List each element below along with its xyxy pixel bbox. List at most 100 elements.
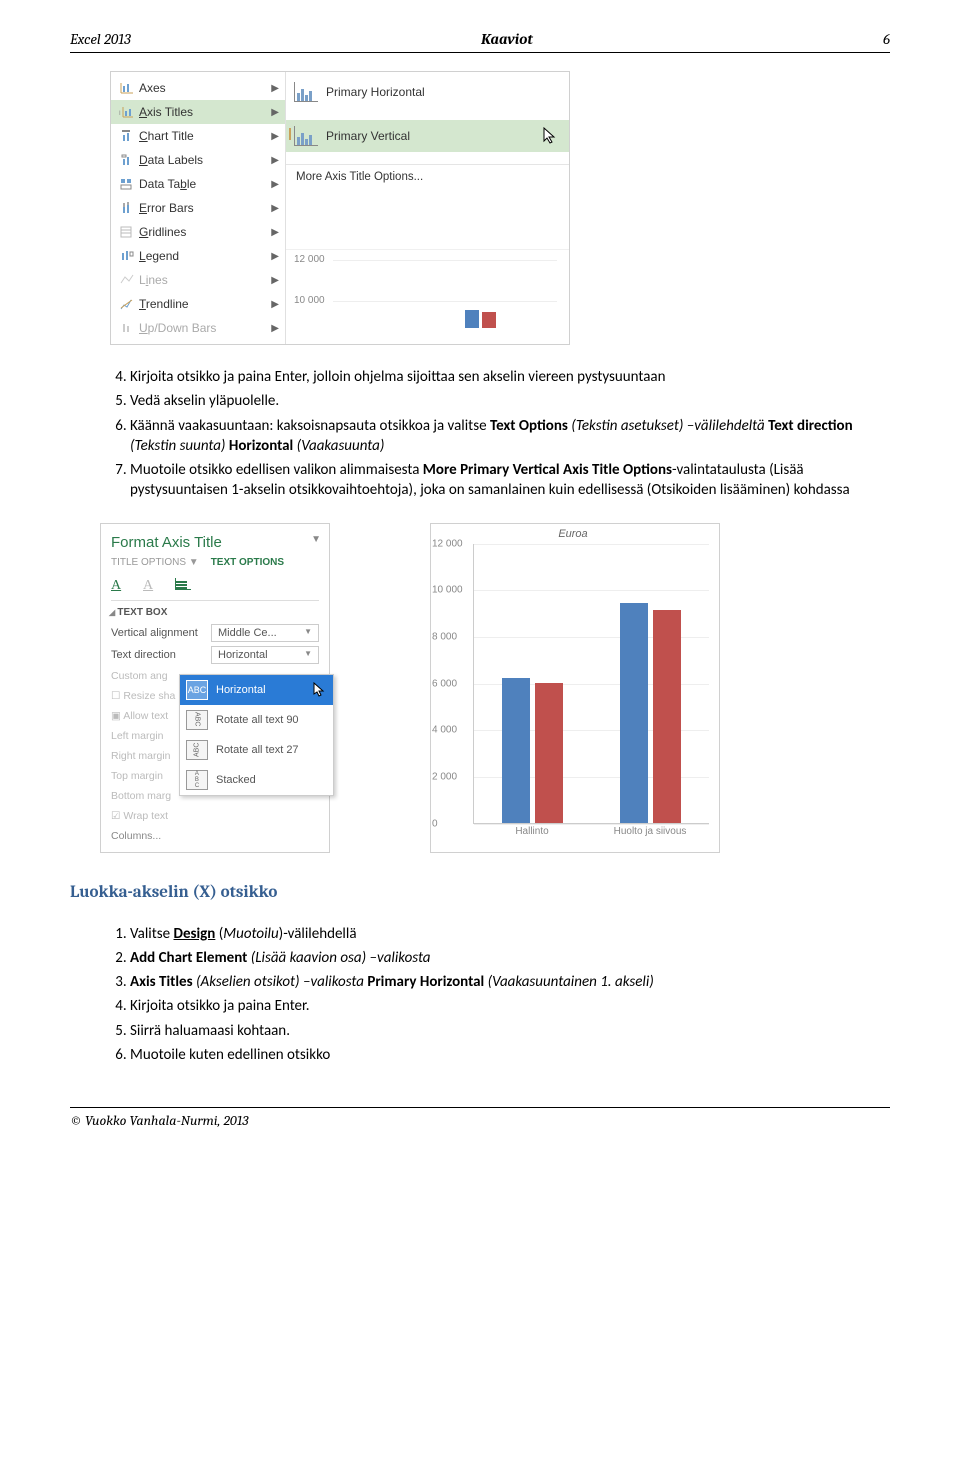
chevron-right-icon: ▶ [271,107,279,118]
menu-label: Error Bars [137,201,271,215]
menu-item-data-table[interactable]: Data Table ▶ [111,172,285,196]
chevron-right-icon: ▶ [271,83,279,94]
section-heading: Luokka-akselin (X) otsikko [70,883,890,902]
chevron-right-icon: ▶ [271,275,279,286]
lines-icon [117,273,137,287]
chevron-right-icon: ▶ [271,227,279,238]
menu-item-chart-title[interactable]: Chart Title ▶ [111,124,285,148]
menu-item-error-bars[interactable]: Error Bars ▶ [111,196,285,220]
chart-y-tick: 12 000 [432,538,463,549]
stacked-text-icon: ABC [186,770,208,790]
list-item: Valitse Design (Muotoilu)-välilehdellä [130,922,890,946]
list-item: Siirrä haluamaasi kohtaan. [130,1019,890,1043]
tab-text-options[interactable]: TEXT OPTIONS [211,557,284,568]
submenu-primary-vertical[interactable]: Primary Vertical [286,120,569,152]
menu-label: Data Table [137,177,271,191]
legend-icon [117,249,137,263]
menu-label: Axes [137,81,271,95]
chart-peek-ytick: 10 000 [294,295,325,306]
chevron-down-icon[interactable]: ▼ [304,627,312,639]
chevron-right-icon: ▶ [271,131,279,142]
chevron-right-icon: ▶ [271,299,279,310]
dropdown-label: Rotate all text 27 [216,744,299,756]
chevron-down-icon[interactable]: ▼ [304,649,312,661]
section-text-box: TEXT BOX [109,607,319,618]
gridlines-icon [117,225,137,239]
menu-label: Axis Titles [137,105,271,119]
menu-label: Legend [137,249,271,263]
dropdown-item-rotate-270[interactable]: ABC Rotate all text 27 [180,735,333,765]
chart-x-labels: HallintoHuolto ja siivous [473,824,709,837]
submenu-label: Primary Vertical [326,129,410,143]
chart-title: Euroa [437,528,709,540]
menu-item-legend[interactable]: Legend ▶ [111,244,285,268]
field-text-direction[interactable]: Text direction Horizontal ▼ [111,644,319,666]
data-labels-icon [117,153,137,167]
menu-item-gridlines[interactable]: Gridlines ▶ [111,220,285,244]
updown-bars-icon [117,321,137,335]
list-item: Muotoile otsikko edellisen valikon alimm… [130,458,890,503]
chart-y-tick: 8 000 [432,631,457,642]
dropdown-label: Rotate all text 90 [216,714,299,726]
trendline-icon [117,297,137,311]
list-item: Axis Titles (Akselien otsikot) –valikost… [130,970,890,994]
dropdown-item-rotate-90[interactable]: ABC Rotate all text 90 [180,705,333,735]
panel-title: Format Axis Title [111,534,319,551]
field-value: Middle Ce... [218,627,277,639]
svg-text:I: I [119,111,121,117]
chart-bar [653,610,681,822]
chart-y-tick: 2 000 [432,771,457,782]
submenu-more-options[interactable]: More Axis Title Options... [286,164,569,189]
menu-label: Lines [137,273,271,287]
chart-plot-area: 02 0004 0006 0008 00010 00012 000 [473,544,709,824]
submenu-primary-horizontal[interactable]: Primary Horizontal [286,76,569,108]
field-wrap-text: ☑ Wrap text [111,806,319,826]
menu-label: Chart Title [137,129,271,143]
menu-item-data-labels[interactable]: Data Labels ▶ [111,148,285,172]
dropdown-label: Stacked [216,774,256,786]
menu-item-trendline[interactable]: Trendline ▶ [111,292,285,316]
dropdown-item-horizontal[interactable]: ABC Horizontal [180,675,333,705]
data-table-icon [117,177,137,191]
cursor-icon [313,682,327,698]
text-direction-dropdown: ABC Horizontal ABC Rotate all text 90 AB… [179,674,334,796]
chart-y-tick: 6 000 [432,678,457,689]
footer-copyright: © Vuokko Vanhala-Nurmi, 2013 [70,1107,890,1129]
vertical-axis-icon [294,126,318,146]
chart-x-tick: Huolto ja siivous [591,824,709,837]
chevron-right-icon: ▶ [271,203,279,214]
chart-y-tick: 4 000 [432,725,457,736]
error-bars-icon [117,201,137,215]
chart-title-icon [117,129,137,143]
header-left: Excel 2013 [70,30,131,48]
menu-label: Gridlines [137,225,271,239]
text-effects-icon[interactable]: A [143,578,161,596]
tab-title-options[interactable]: TITLE OPTIONS ▼ [111,557,199,568]
field-label: Text direction [111,649,211,661]
list-item: Kirjoita otsikko ja paina Enter, jolloin… [130,365,890,389]
dropdown-item-stacked[interactable]: ABC Stacked [180,765,333,795]
menu-item-updown-bars: Up/Down Bars ▶ [111,316,285,340]
chevron-right-icon: ▶ [271,323,279,334]
chart-y-tick: 0 [432,818,438,829]
chart-y-tick: 10 000 [432,585,463,596]
header-page: 6 [883,30,890,48]
text-fill-icon[interactable]: A [111,578,129,596]
field-vertical-alignment[interactable]: Vertical alignment Middle Ce...▼ [111,622,319,644]
chart-x-tick: Hallinto [473,824,591,837]
chart-peek-ytick: 12 000 [294,254,325,265]
menu-label: Trendline [137,297,271,311]
menu-item-axis-titles[interactable]: I Axis Titles ▶ [111,100,285,124]
chevron-right-icon: ▶ [271,155,279,166]
field-value: Horizontal [218,649,268,661]
menu-label: Data Labels [137,153,271,167]
dropdown-arrow-icon[interactable]: ▼ [311,534,321,545]
axis-titles-submenu: Primary Horizontal Primary Vertical More… [286,72,569,344]
submenu-label: Primary Horizontal [326,85,425,99]
list-item: Muotoile kuten edellinen otsikko [130,1043,890,1067]
screenshot-format-axis-title: ▼ Format Axis Title TITLE OPTIONS ▼ TEXT… [100,523,330,853]
textbox-icon[interactable] [175,578,191,590]
field-columns[interactable]: Columns... [111,826,319,846]
menu-item-axes[interactable]: Axes ▶ [111,76,285,100]
instructions-block-2: Valitse Design (Muotoilu)-välilehdellä A… [70,922,890,1068]
